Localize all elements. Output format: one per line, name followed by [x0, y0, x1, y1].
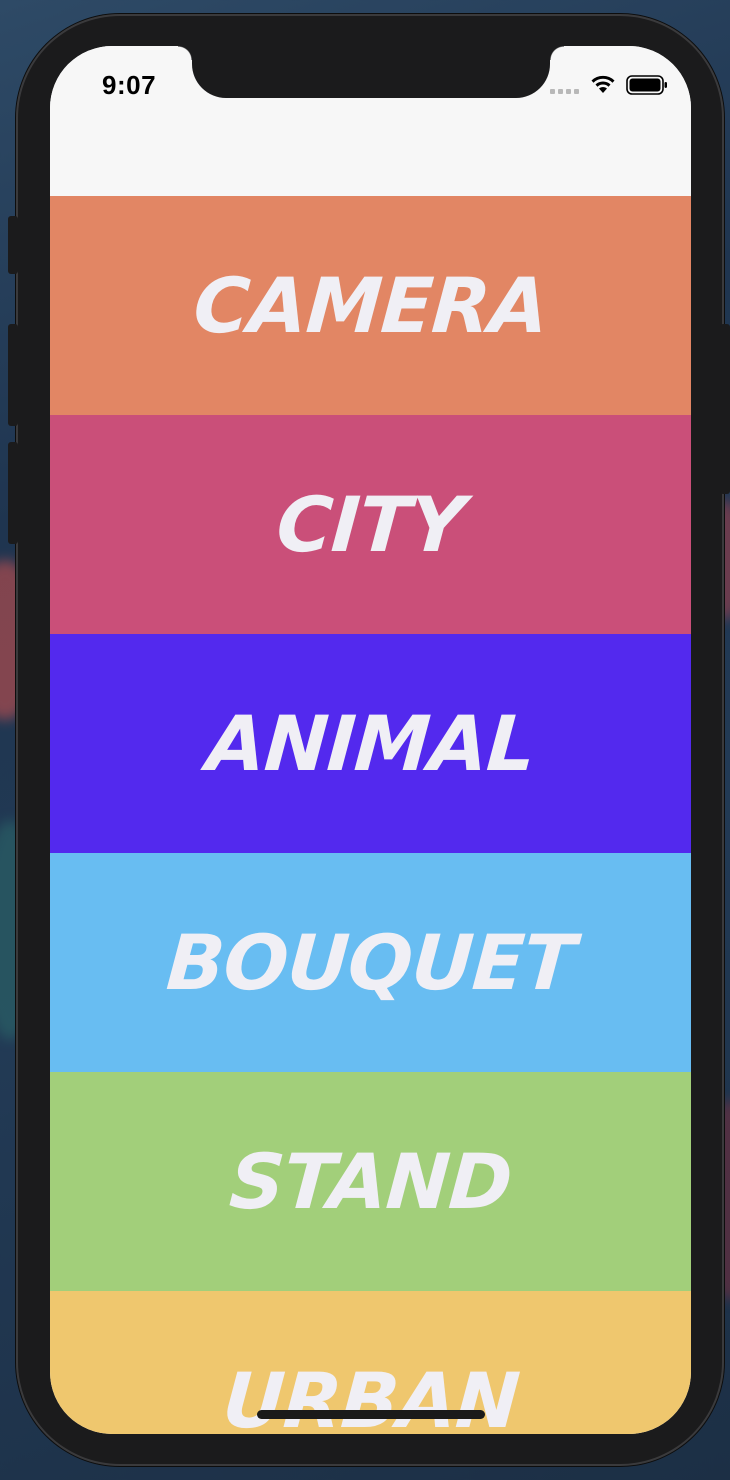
category-row-animal[interactable]: ANIMAL	[50, 634, 691, 853]
cellular-signal-icon	[550, 89, 579, 94]
home-indicator[interactable]	[257, 1410, 485, 1419]
power-button	[720, 324, 730, 494]
volume-down-button	[8, 442, 18, 544]
category-label: CAMERA	[190, 261, 551, 350]
category-label: ANIMAL	[203, 699, 538, 788]
category-row-stand[interactable]: STAND	[50, 1072, 691, 1291]
category-label: STAND	[226, 1137, 515, 1226]
status-time: 9:07	[102, 70, 157, 100]
category-row-bouquet[interactable]: BOUQUET	[50, 853, 691, 1072]
category-label: BOUQUET	[163, 918, 578, 1007]
category-list: CAMERA CITY ANIMAL BOUQUET STAND URBAN	[50, 196, 691, 1434]
mute-switch	[8, 216, 18, 274]
notch	[178, 46, 564, 98]
category-row-camera[interactable]: CAMERA	[50, 196, 691, 415]
screen: 9:07 CAMERA CITY ANIMAL BOUQUET STAND URBAN	[50, 46, 691, 1434]
volume-up-button	[8, 324, 18, 426]
battery-icon	[626, 75, 667, 95]
category-label: CITY	[273, 480, 468, 569]
category-row-city[interactable]: CITY	[50, 415, 691, 634]
wifi-icon	[591, 75, 615, 93]
category-label: URBAN	[219, 1356, 522, 1434]
